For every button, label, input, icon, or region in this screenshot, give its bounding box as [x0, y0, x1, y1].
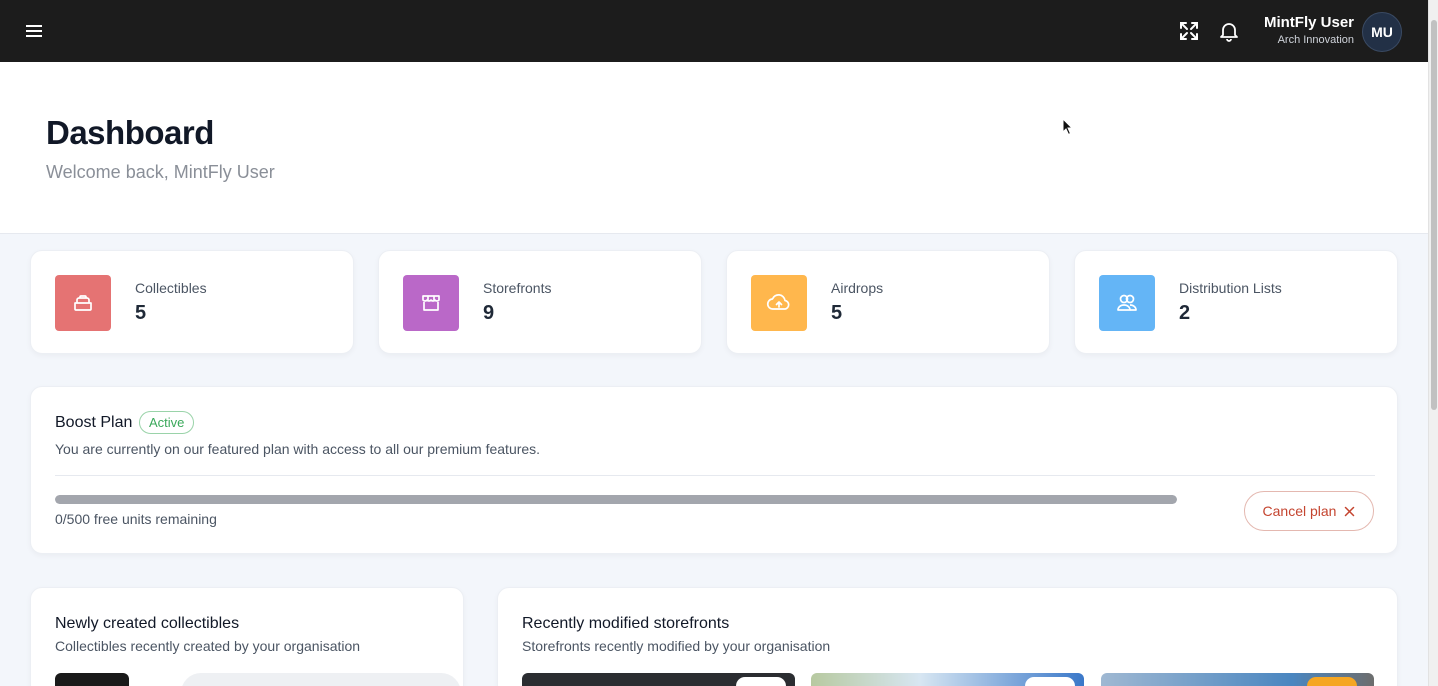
menu-icon[interactable]	[24, 21, 44, 41]
page-subtitle: Welcome back, MintFly User	[46, 162, 275, 182]
box-icon	[74, 295, 92, 311]
users-icon	[1117, 294, 1137, 311]
top-navbar: MintFly User Arch Innovation MU	[0, 0, 1428, 62]
stat-label: Distribution Lists	[1179, 280, 1282, 296]
storefront-status-badge	[1025, 677, 1075, 686]
stat-card-distribution-lists[interactable]: Distribution Lists 2	[1074, 250, 1398, 354]
stat-icon-bg	[1099, 275, 1155, 331]
stat-value: 2	[1179, 302, 1191, 324]
stat-card-airdrops[interactable]: Airdrops 5	[726, 250, 1050, 354]
page-scrollbar[interactable]	[1428, 0, 1438, 686]
user-info[interactable]: MintFly User Arch Innovation	[1264, 14, 1354, 48]
status-badge: Active	[139, 411, 195, 434]
units-remaining-label: 0/500 free units remaining	[55, 511, 217, 527]
card-title: Newly created collectibles	[55, 615, 240, 632]
storefront-thumbnail[interactable]	[522, 673, 795, 686]
card-subtitle: Collectibles recently created by your or…	[55, 638, 361, 654]
stat-value: 5	[135, 302, 147, 324]
user-organisation: Arch Innovation	[1277, 34, 1354, 46]
cloud-upload-icon	[766, 294, 790, 310]
units-progress-fill	[55, 495, 1177, 504]
storefront-thumbnail[interactable]	[1101, 673, 1374, 686]
units-progress-bar	[55, 495, 1177, 504]
stat-value: 9	[483, 302, 495, 324]
stat-card-storefronts[interactable]: Storefronts 9	[378, 250, 702, 354]
stat-icon-bg	[751, 275, 807, 331]
stat-icon-bg	[55, 275, 111, 331]
cancel-plan-button[interactable]: Cancel plan	[1244, 491, 1374, 531]
storefront-thumbnail[interactable]	[811, 673, 1084, 686]
avatar[interactable]: MU	[1362, 12, 1402, 52]
plan-title: Boost Plan	[55, 414, 133, 431]
store-icon	[422, 295, 440, 311]
card-title: Recently modified storefronts	[522, 615, 730, 632]
scrollbar-thumb[interactable]	[1431, 20, 1437, 410]
mouse-cursor-icon	[1062, 118, 1074, 136]
storefront-status-badge	[736, 677, 786, 686]
collectible-thumbnail[interactable]	[181, 673, 461, 686]
new-collectibles-card: Newly created collectibles Collectibles …	[30, 587, 464, 686]
recent-storefronts-card: Recently modified storefronts Storefront…	[497, 587, 1398, 686]
page-title: Dashboard	[46, 114, 214, 151]
user-name: MintFly User	[1263, 14, 1354, 31]
storefront-status-badge	[1307, 677, 1357, 686]
close-icon	[1345, 506, 1355, 516]
stat-value: 5	[831, 302, 843, 324]
stat-card-collectibles[interactable]: Collectibles 5	[30, 250, 354, 354]
page-header: Dashboard Welcome back, MintFly User	[0, 62, 1428, 234]
cancel-plan-label: Cancel plan	[1262, 503, 1337, 519]
plan-card: Boost Plan Active You are currently on o…	[30, 386, 1398, 554]
fullscreen-icon[interactable]	[1177, 19, 1201, 43]
stat-icon-bg	[403, 275, 459, 331]
plan-description: You are currently on our featured plan w…	[55, 441, 541, 457]
divider	[55, 475, 1375, 476]
card-subtitle: Storefronts recently modified by your or…	[522, 638, 831, 654]
stat-label: Collectibles	[135, 280, 207, 296]
stat-label: Airdrops	[831, 280, 884, 296]
bell-icon[interactable]	[1217, 19, 1241, 43]
collectible-thumbnail[interactable]	[55, 673, 129, 686]
stat-label: Storefronts	[483, 280, 552, 296]
